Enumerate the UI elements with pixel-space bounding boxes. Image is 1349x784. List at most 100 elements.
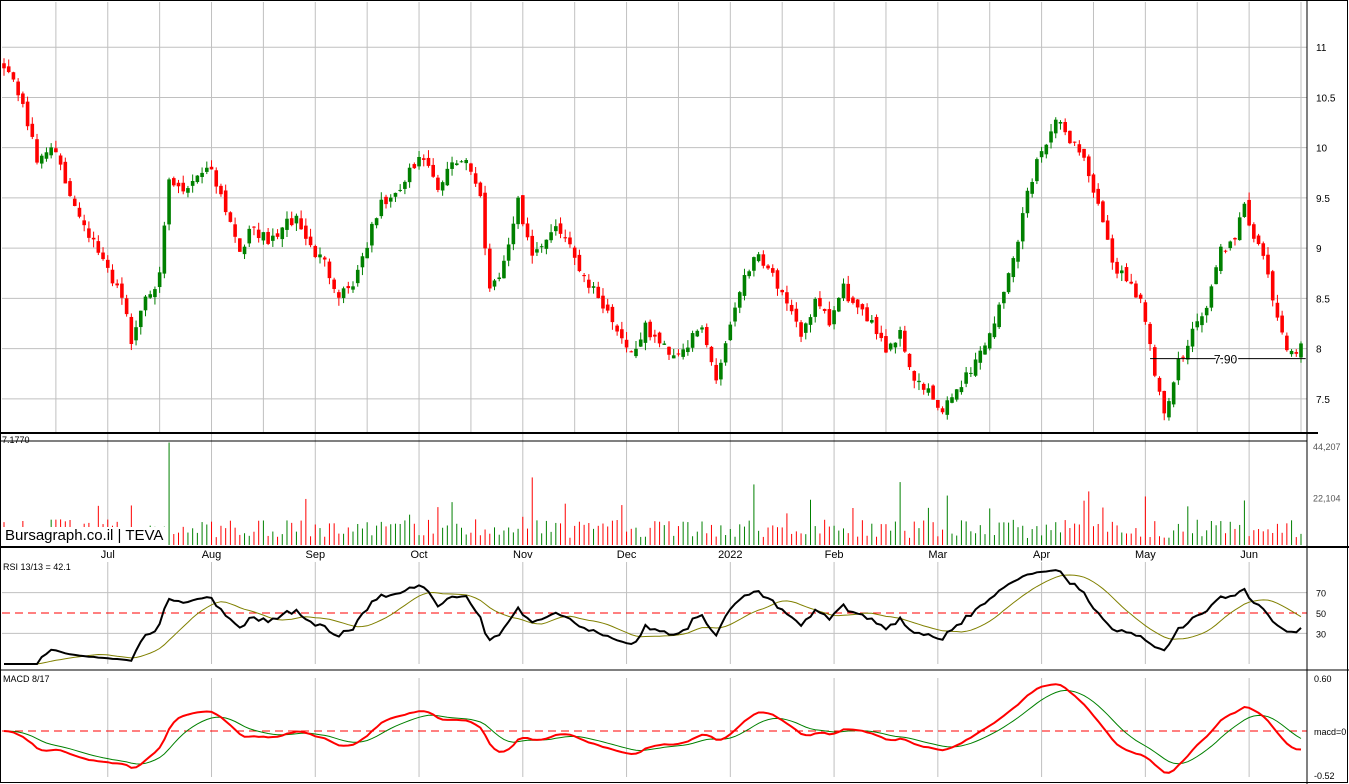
site-watermark: Bursagraph.co.il | TEVA	[3, 527, 166, 545]
candle-body	[629, 351, 634, 353]
candle-body	[124, 298, 129, 315]
candle-body	[1143, 302, 1148, 322]
candle-body	[1016, 241, 1020, 262]
candle-body	[983, 345, 987, 355]
candle-body	[157, 272, 162, 288]
candle-body	[912, 371, 917, 381]
candle-body	[492, 280, 497, 287]
candle-body	[167, 179, 171, 225]
candle-body	[686, 347, 690, 353]
candle-body	[1233, 237, 1237, 240]
candle-body	[737, 292, 742, 308]
candle-body	[742, 275, 747, 296]
x-axis-label: Nov	[513, 549, 533, 561]
candle-body	[398, 189, 402, 191]
candle-body	[1134, 283, 1138, 298]
candle-body	[794, 308, 799, 322]
candle-body	[582, 274, 586, 277]
candle-body	[91, 237, 96, 240]
candle-body	[1091, 174, 1096, 193]
candle-body	[49, 147, 53, 156]
candle-body	[775, 270, 780, 289]
candle-body	[572, 247, 577, 258]
candle-body	[440, 182, 445, 191]
x-axis-label: Mar	[928, 549, 947, 561]
candle-body	[803, 323, 808, 333]
candle-body	[770, 268, 775, 273]
candle-body	[836, 297, 841, 312]
candle-body	[827, 309, 832, 326]
candle-body	[138, 310, 143, 328]
price-marker-label: 7.90	[1214, 353, 1238, 367]
candle-body	[785, 292, 789, 304]
candle-body	[1020, 213, 1025, 242]
candle-body	[676, 353, 681, 355]
candle-body	[1219, 246, 1223, 271]
candle-body	[1228, 241, 1233, 249]
candle-body	[511, 223, 516, 245]
candle-body	[987, 333, 992, 349]
candle-body	[1138, 294, 1143, 299]
candle-body	[1110, 238, 1115, 263]
candle-body	[25, 101, 30, 127]
candle-body	[747, 271, 751, 277]
candle-body	[841, 283, 846, 299]
candle-body	[539, 246, 544, 248]
candle-body	[723, 343, 728, 363]
candle-body	[153, 289, 157, 298]
candle-body	[766, 265, 770, 269]
candle-body	[761, 254, 766, 266]
candle-body	[469, 163, 473, 172]
candle-body	[926, 388, 931, 393]
candle-body	[563, 237, 568, 239]
candle-body	[549, 232, 553, 241]
candle-body	[35, 139, 39, 163]
candle-body	[247, 228, 252, 244]
candle-body	[653, 334, 657, 337]
candle-body	[242, 246, 247, 255]
macd-tick-label: macd=0	[1314, 727, 1346, 737]
candle-body	[219, 185, 223, 195]
candle-body	[587, 279, 591, 288]
candle-body	[1101, 201, 1105, 223]
candle-body	[384, 196, 388, 205]
candle-body	[355, 269, 360, 284]
candle-body	[280, 227, 285, 240]
candle-body	[997, 304, 1001, 328]
candle-body	[638, 339, 643, 347]
candle-body	[238, 238, 242, 252]
candle-body	[129, 316, 134, 345]
macd-tick-label: -0.52	[1314, 771, 1335, 781]
candle-body	[285, 218, 289, 230]
candle-body	[530, 235, 535, 256]
price-tick-label: 8	[1316, 345, 1322, 356]
candle-body	[450, 162, 454, 169]
candle-body	[1223, 250, 1228, 252]
candle-body	[1261, 243, 1266, 256]
candle-body	[1237, 217, 1242, 241]
candle-body	[1275, 302, 1280, 318]
candle-body	[1035, 159, 1039, 182]
candle-body	[393, 192, 398, 197]
candle-body	[610, 306, 615, 323]
candle-body	[417, 156, 421, 167]
candle-body	[978, 350, 983, 363]
candle-body	[454, 163, 459, 166]
candle-body	[681, 349, 685, 357]
candle-body	[1025, 190, 1030, 214]
candle-body	[516, 197, 520, 225]
candle-body	[1039, 151, 1044, 158]
candle-body	[275, 233, 280, 237]
macd-tick-label: 0.60	[1314, 674, 1332, 684]
candle-body	[289, 218, 294, 226]
candle-body	[903, 330, 907, 352]
rsi-tick-label: 70	[1316, 589, 1326, 599]
candle-body	[171, 178, 176, 186]
candle-body	[506, 244, 511, 261]
candle-body	[1190, 328, 1195, 347]
x-axis-label: May	[1135, 549, 1156, 561]
candle-body	[44, 152, 49, 159]
candle-body	[893, 342, 898, 348]
candle-body	[1299, 343, 1303, 358]
candle-body	[780, 290, 784, 293]
